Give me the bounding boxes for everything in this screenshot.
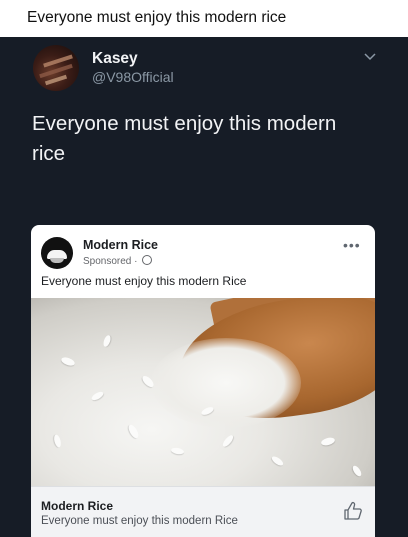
avatar-detail [44,74,68,86]
rice-grain [60,355,76,368]
rice-grain [270,454,285,468]
ad-text: Everyone must enjoy this modern Rice [41,274,247,288]
tweet-text: Everyone must enjoy this modern rice [32,112,337,165]
tweet: Kasey @V98Official Everyone must enjoy t… [0,37,408,537]
page-logo[interactable] [41,237,73,269]
rice-grain [126,423,141,440]
globe-icon [142,255,153,265]
ad-footer[interactable]: Modern Rice Everyone must enjoy this mod… [31,486,375,537]
sponsored-label: Sponsored · [83,255,153,267]
ad-page-name[interactable]: Modern Rice [83,238,158,252]
caption-text: Everyone must enjoy this modern rice [27,9,287,26]
rice-mound [151,338,301,428]
avatar[interactable] [33,45,79,91]
ad-footer-subtitle: Everyone must enjoy this modern Rice [41,515,238,527]
rice-bowl-logo-base [50,258,64,263]
rice-grain [170,446,185,456]
more-icon[interactable]: ••• [343,237,361,253]
ad-footer-title: Modern Rice [41,499,114,513]
user-handle[interactable]: @V98Official [92,69,174,85]
chevron-down-icon[interactable] [364,52,376,62]
rice-grain [351,464,363,478]
rice-grain [102,334,112,348]
thumbs-up-icon[interactable] [343,501,363,521]
display-name[interactable]: Kasey [92,50,138,68]
rice-image[interactable] [31,298,375,486]
rice-grain [221,433,235,449]
rice-grain [90,390,105,402]
caption-bar: Everyone must enjoy this modern rice [0,0,408,37]
facebook-ad-card: Modern Rice Sponsored · ••• Everyone mus… [31,225,375,537]
rice-grain [320,436,336,447]
rice-grain [52,433,63,449]
sponsored-text: Sponsored · [83,256,138,267]
